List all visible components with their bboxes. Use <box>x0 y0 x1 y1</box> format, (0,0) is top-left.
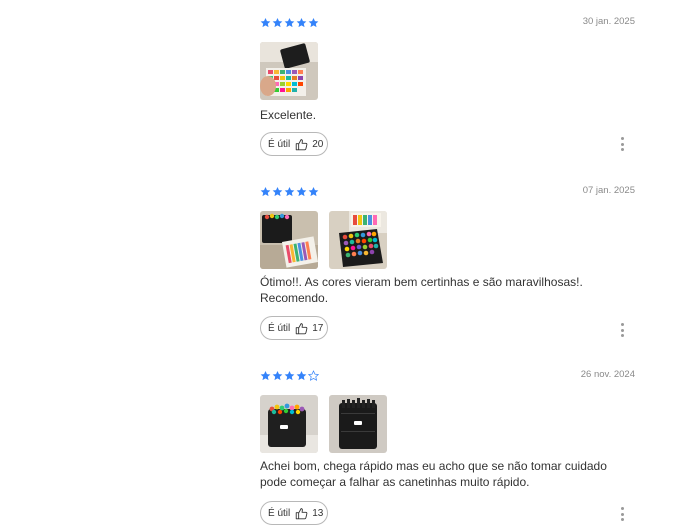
review-photos <box>260 395 387 453</box>
useful-count: 13 <box>312 507 324 519</box>
useful-label: É útil <box>268 507 291 519</box>
useful-count: 17 <box>312 322 324 334</box>
star-icon <box>260 186 271 197</box>
review-date: 30 jan. 2025 <box>582 16 635 27</box>
star-icon <box>308 17 319 28</box>
star-icon <box>296 186 307 197</box>
review-photo[interactable] <box>260 395 318 453</box>
review-date: 07 jan. 2025 <box>582 185 635 196</box>
rating-stars <box>260 17 319 29</box>
star-icon <box>296 17 307 28</box>
more-options-icon[interactable] <box>621 507 625 521</box>
star-icon <box>272 370 283 381</box>
useful-button[interactable]: É útil 17 <box>260 316 328 340</box>
rating-stars <box>260 370 319 382</box>
review-text: Ótimo!!. As cores vieram bem certinhas e… <box>260 275 583 305</box>
useful-label: É útil <box>268 138 291 150</box>
thumbs-up-icon <box>295 507 308 520</box>
review-photo[interactable] <box>260 211 318 269</box>
star-icon <box>272 17 283 28</box>
star-icon <box>308 186 319 197</box>
review-text: Achei bom, chega rápido mas eu acho que … <box>260 459 607 489</box>
useful-button[interactable]: É útil 13 <box>260 501 328 525</box>
review-photo[interactable] <box>260 42 318 100</box>
review-photo[interactable] <box>329 395 387 453</box>
more-options-icon[interactable] <box>621 323 625 337</box>
useful-label: É útil <box>268 322 291 334</box>
review-photos <box>260 211 387 269</box>
review-text: Excelente. <box>260 108 317 122</box>
star-icon <box>296 370 307 381</box>
star-icon <box>272 186 283 197</box>
thumbs-up-icon <box>295 322 308 335</box>
star-icon <box>260 370 271 381</box>
star-icon <box>260 17 271 28</box>
more-options-icon[interactable] <box>621 137 625 151</box>
useful-button[interactable]: É útil 20 <box>260 132 328 156</box>
review-photos <box>260 42 318 100</box>
thumbs-up-icon <box>295 138 308 151</box>
rating-stars <box>260 186 319 198</box>
review-date: 26 nov. 2024 <box>580 369 635 380</box>
star-icon <box>284 17 295 28</box>
star-icon <box>284 186 295 197</box>
star-icon <box>284 370 295 381</box>
useful-count: 20 <box>312 138 324 150</box>
review-photo[interactable] <box>329 211 387 269</box>
star-icon <box>308 370 319 381</box>
